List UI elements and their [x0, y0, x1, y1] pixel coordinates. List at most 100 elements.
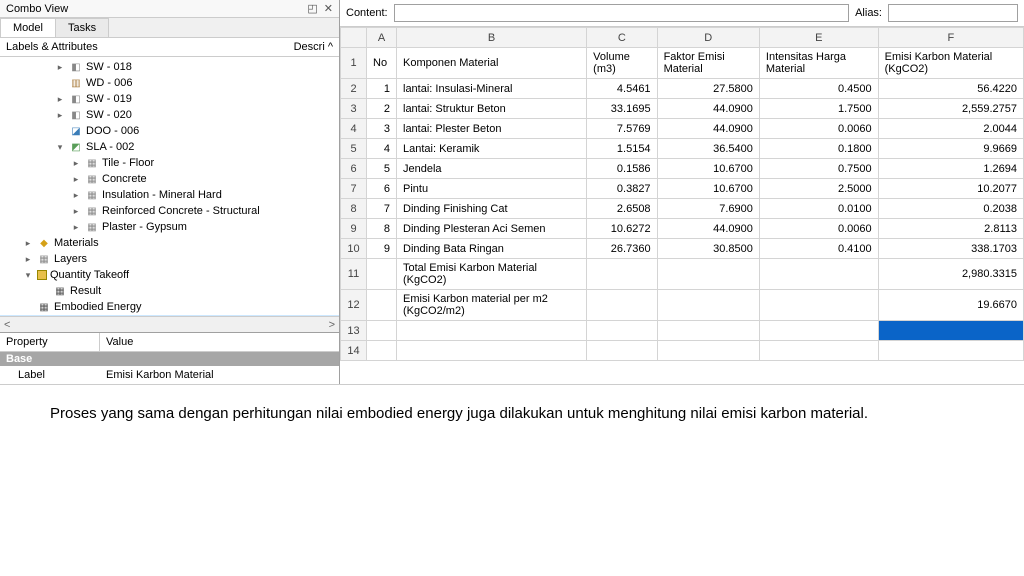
- row-header[interactable]: 11: [341, 259, 367, 290]
- cell[interactable]: 2.0044: [878, 119, 1023, 139]
- cell[interactable]: 7.5769: [587, 119, 657, 139]
- cell[interactable]: [657, 259, 759, 290]
- row-header[interactable]: 1: [341, 48, 367, 79]
- tree-item[interactable]: ▸▦Concrete: [0, 171, 339, 187]
- cell[interactable]: 0.4500: [759, 79, 878, 99]
- tree-item[interactable]: ▸◆Materials: [0, 235, 339, 251]
- row-header[interactable]: 13: [341, 321, 367, 341]
- cell[interactable]: 27.5800: [657, 79, 759, 99]
- cell[interactable]: 9.9669: [878, 139, 1023, 159]
- expander-icon[interactable]: ▾: [22, 270, 34, 281]
- cell[interactable]: 0.1800: [759, 139, 878, 159]
- tree-item[interactable]: ▸▦Plaster - Gypsum: [0, 219, 339, 235]
- expander-icon[interactable]: ▾: [54, 142, 66, 153]
- cell[interactable]: 56.4220: [878, 79, 1023, 99]
- row-header[interactable]: 6: [341, 159, 367, 179]
- tab-tasks[interactable]: Tasks: [55, 18, 109, 37]
- alias-input[interactable]: [888, 4, 1018, 22]
- cell[interactable]: Lantai: Keramik: [397, 139, 587, 159]
- tree-item[interactable]: ▸▦Tile - Floor: [0, 155, 339, 171]
- cell[interactable]: 2.5000: [759, 179, 878, 199]
- cell[interactable]: 7: [367, 199, 397, 219]
- cell[interactable]: 36.5400: [657, 139, 759, 159]
- cell[interactable]: 44.0900: [657, 219, 759, 239]
- cell[interactable]: 5: [367, 159, 397, 179]
- cell[interactable]: [587, 341, 657, 361]
- cell[interactable]: 0.3827: [587, 179, 657, 199]
- header-cell[interactable]: Volume (m3): [587, 48, 657, 79]
- expander-icon[interactable]: ▸: [22, 254, 34, 265]
- cell[interactable]: 0.0100: [759, 199, 878, 219]
- cell[interactable]: [759, 341, 878, 361]
- cell[interactable]: [367, 321, 397, 341]
- header-cell[interactable]: Komponen Material: [397, 48, 587, 79]
- cell[interactable]: Dinding Bata Ringan: [397, 239, 587, 259]
- cell[interactable]: 0.7500: [759, 159, 878, 179]
- tree-item[interactable]: ▸▦Insulation - Mineral Hard: [0, 187, 339, 203]
- row-header[interactable]: 7: [341, 179, 367, 199]
- cell[interactable]: [397, 341, 587, 361]
- expander-icon[interactable]: ▸: [70, 222, 82, 233]
- cell[interactable]: 0.2038: [878, 199, 1023, 219]
- prop-row-label[interactable]: Label Emisi Karbon Material: [0, 366, 339, 384]
- tree-item[interactable]: ▸◧SW - 019: [0, 91, 339, 107]
- close-icon[interactable]: ✕: [324, 2, 333, 15]
- cell[interactable]: [587, 290, 657, 321]
- tree-item[interactable]: ▥WD - 006: [0, 75, 339, 91]
- content-input[interactable]: [394, 4, 850, 22]
- row-header[interactable]: 10: [341, 239, 367, 259]
- header-cell[interactable]: Emisi Karbon Material (KgCO2): [878, 48, 1023, 79]
- tab-model[interactable]: Model: [0, 18, 56, 37]
- cell[interactable]: [367, 341, 397, 361]
- cell[interactable]: 2.6508: [587, 199, 657, 219]
- cell[interactable]: [878, 321, 1023, 341]
- cell[interactable]: 9: [367, 239, 397, 259]
- cell[interactable]: 19.6670: [878, 290, 1023, 321]
- header-cell[interactable]: No: [367, 48, 397, 79]
- expander-icon[interactable]: ▸: [22, 238, 34, 249]
- cell[interactable]: 2,980.3315: [878, 259, 1023, 290]
- tree-item[interactable]: ▾◩SLA - 002: [0, 139, 339, 155]
- tree-item[interactable]: ▸◧SW - 018: [0, 59, 339, 75]
- cell[interactable]: 1.7500: [759, 99, 878, 119]
- row-header[interactable]: 14: [341, 341, 367, 361]
- tree-item[interactable]: ▾Quantity Takeoff: [0, 267, 339, 283]
- cell[interactable]: 44.0900: [657, 99, 759, 119]
- cell[interactable]: 8: [367, 219, 397, 239]
- cell[interactable]: 338.1703: [878, 239, 1023, 259]
- cell[interactable]: 10.2077: [878, 179, 1023, 199]
- cell[interactable]: [657, 341, 759, 361]
- header-cell[interactable]: Intensitas Harga Material: [759, 48, 878, 79]
- cell[interactable]: 10.6700: [657, 159, 759, 179]
- cell[interactable]: [657, 290, 759, 321]
- col-header-F[interactable]: F: [878, 28, 1023, 48]
- cell[interactable]: [878, 341, 1023, 361]
- undock-icon[interactable]: ◰: [307, 2, 317, 15]
- expander-icon[interactable]: ▸: [54, 94, 66, 105]
- header-cell[interactable]: Faktor Emisi Material: [657, 48, 759, 79]
- expander-icon[interactable]: ▸: [54, 62, 66, 73]
- cell[interactable]: [367, 259, 397, 290]
- cell[interactable]: 4: [367, 139, 397, 159]
- cell[interactable]: 0.1586: [587, 159, 657, 179]
- tree-item[interactable]: ◪DOO - 006: [0, 123, 339, 139]
- cell[interactable]: 0.0060: [759, 119, 878, 139]
- expander-icon[interactable]: ▸: [54, 110, 66, 121]
- cell[interactable]: lantai: Plester Beton: [397, 119, 587, 139]
- cell[interactable]: lantai: Insulasi-Mineral: [397, 79, 587, 99]
- cell[interactable]: 2,559.2757: [878, 99, 1023, 119]
- row-header[interactable]: 2: [341, 79, 367, 99]
- cell[interactable]: 3: [367, 119, 397, 139]
- col-header-E[interactable]: E: [759, 28, 878, 48]
- cell[interactable]: 44.0900: [657, 119, 759, 139]
- cell[interactable]: [587, 259, 657, 290]
- cell[interactable]: 10.6700: [657, 179, 759, 199]
- cell[interactable]: [759, 321, 878, 341]
- cell[interactable]: 1.2694: [878, 159, 1023, 179]
- cell[interactable]: Total Emisi Karbon Material (KgCO2): [397, 259, 587, 290]
- cell[interactable]: 10.6272: [587, 219, 657, 239]
- expander-icon[interactable]: ▸: [70, 190, 82, 201]
- tree-item[interactable]: ▸◧SW - 020: [0, 107, 339, 123]
- cell[interactable]: [587, 321, 657, 341]
- row-header[interactable]: 8: [341, 199, 367, 219]
